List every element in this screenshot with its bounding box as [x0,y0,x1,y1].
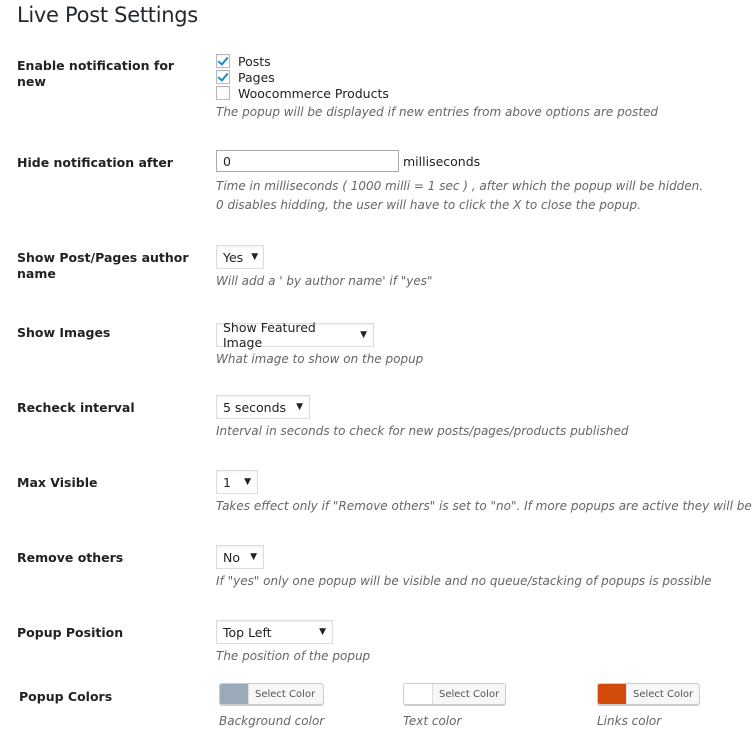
max-visible-selected: 1 [223,474,231,490]
dropdown-arrow-icon: ▼ [296,402,303,412]
checkbox-posts-label: Posts [238,53,271,69]
show-images-select[interactable]: Show Featured Image ▼ [216,320,374,350]
background-color-picker: Select Color Background color [219,683,325,728]
show-images-description: What image to show on the popup [216,352,424,366]
remove-others-label: Remove others [17,550,124,565]
recheck-interval-field: 5 seconds ▼ Interval in seconds to check… [216,395,628,441]
show-author-field: Yes ▼ Will add a ' by author name' if "y… [216,245,433,291]
popup-colors-label: Popup Colors [19,689,113,704]
enable-notification-field: Posts Pages Woocommerce Products The pop… [216,53,658,122]
max-visible-label: Max Visible [17,475,98,490]
dropdown-arrow-icon: ▼ [319,627,326,637]
checkbox-woocommerce[interactable] [216,86,230,100]
recheck-interval-selected: 5 seconds [223,399,287,415]
text-color-description: Text color [403,714,462,728]
hide-notification-description-2: 0 disables hidding, the user will have t… [216,198,641,212]
popup-position-label: Popup Position [17,625,124,640]
popup-position-select[interactable]: Top Left ▼ [216,620,333,644]
recheck-interval-select[interactable]: 5 seconds ▼ [216,395,310,419]
checkbox-posts-row[interactable]: Posts [216,53,658,69]
milliseconds-unit: milliseconds [403,153,481,169]
checkbox-pages[interactable] [216,70,230,84]
remove-others-description: If "yes" only one popup will be visible … [216,574,712,588]
popup-position-description: The position of the popup [216,649,371,663]
links-color-swatch [598,684,627,704]
show-images-field: Show Featured Image ▼ What image to show… [216,320,423,369]
hide-after-input[interactable] [216,150,399,172]
text-color-picker: Select Color Text color [403,683,507,728]
select-color-label: Select Color [255,688,316,700]
dropdown-arrow-icon: ▼ [244,477,251,487]
show-author-description: Will add a ' by author name' if "yes" [216,274,433,288]
select-color-label: Select Color [439,688,500,700]
hide-notification-label: Hide notification after [17,155,173,170]
show-author-select[interactable]: Yes ▼ [216,245,264,269]
popup-position-selected: Top Left [223,624,272,640]
hide-notification-description-1: Time in milliseconds ( 1000 milli = 1 se… [216,179,704,193]
checkbox-pages-label: Pages [238,69,275,85]
links-color-button[interactable]: Select Color [597,683,701,705]
max-visible-field: 1 ▼ Takes effect only if "Remove others"… [216,470,756,516]
max-visible-select[interactable]: 1 ▼ [216,470,258,494]
enable-notification-description: The popup will be displayed if new entri… [216,105,659,119]
background-color-button[interactable]: Select Color [219,683,325,705]
links-color-description: Links color [597,714,662,728]
remove-others-selected: No [223,549,240,565]
page-title: Live Post Settings [17,3,198,27]
checkbox-woocommerce-row[interactable]: Woocommerce Products [216,85,658,101]
remove-others-select[interactable]: No ▼ [216,545,264,569]
dropdown-arrow-icon: ▼ [360,330,367,340]
show-author-label: Show Post/Pages author name [17,250,189,281]
background-color-description: Background color [219,714,325,728]
enable-notification-label: Enable notification for new [17,58,175,89]
popup-position-field: Top Left ▼ The position of the popup [216,620,370,666]
select-color-label: Select Color [633,688,694,700]
text-color-button[interactable]: Select Color [403,683,507,705]
dropdown-arrow-icon: ▼ [250,552,257,562]
max-visible-description: Takes effect only if "Remove others" is … [216,499,756,513]
show-author-selected: Yes [223,249,244,265]
background-color-swatch [220,684,249,704]
dropdown-arrow-icon: ▼ [251,252,259,262]
remove-others-field: No ▼ If "yes" only one popup will be vis… [216,545,712,591]
checkbox-pages-row[interactable]: Pages [216,69,658,85]
show-images-label: Show Images [17,325,111,340]
recheck-interval-label: Recheck interval [17,400,135,415]
recheck-interval-description: Interval in seconds to check for new pos… [216,424,629,438]
show-images-selected: Show Featured Image [223,320,316,350]
checkbox-posts[interactable] [216,54,230,68]
checkbox-woocommerce-label: Woocommerce Products [238,85,389,101]
text-color-swatch [404,684,433,704]
links-color-picker: Select Color Links color [597,683,701,728]
hide-notification-field: milliseconds Time in milliseconds ( 1000… [216,150,703,215]
